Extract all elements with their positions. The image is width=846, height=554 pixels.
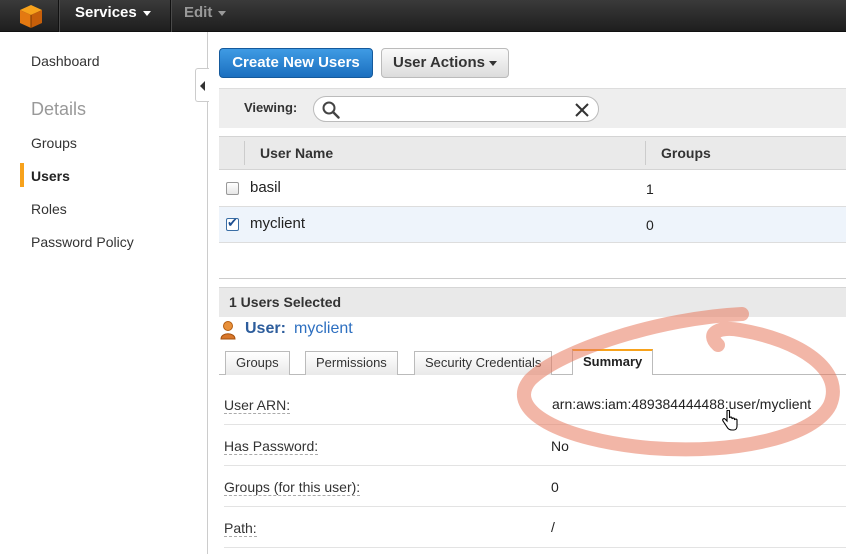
row-checkbox[interactable] <box>226 216 239 231</box>
field-divider <box>224 547 846 548</box>
user-name-cell[interactable]: myclient <box>250 215 305 232</box>
search-icon <box>322 101 340 119</box>
path-value: / <box>551 519 555 535</box>
tab-security-credentials[interactable]: Security Credentials <box>414 351 553 375</box>
chevron-down-icon <box>142 10 151 16</box>
user-detail-name: myclient <box>294 320 353 337</box>
user-arn-label: User ARN: <box>224 397 291 414</box>
field-divider <box>224 506 846 507</box>
path-label: Path: <box>224 520 257 537</box>
field-divider <box>224 465 846 466</box>
has-password-label: Has Password: <box>224 438 319 455</box>
topbar-divider <box>58 0 59 32</box>
tab-groups[interactable]: Groups <box>225 351 290 375</box>
user-arn-value: arn:aws:iam:489384444488:user/myclient <box>552 396 812 412</box>
groups-count-cell: 0 <box>646 217 654 233</box>
column-divider <box>645 141 646 165</box>
has-password-value: No <box>551 438 569 454</box>
sidebar-section-heading: Details <box>31 99 87 119</box>
column-header-groups[interactable]: Groups <box>661 145 711 161</box>
edit-menu[interactable]: Edit <box>184 0 227 32</box>
selected-count-label: 1 Users Selected <box>229 294 342 310</box>
sidebar-item-groups[interactable]: Groups <box>31 135 77 151</box>
top-navigation-bar: Services Edit <box>0 0 846 32</box>
user-icon <box>220 321 236 340</box>
aws-cube-icon[interactable] <box>18 3 44 29</box>
services-menu-label: Services <box>75 4 137 21</box>
column-divider <box>244 141 245 165</box>
table-row[interactable]: myclient 0 <box>219 207 846 243</box>
groups-for-user-label: Groups (for this user): <box>224 479 361 496</box>
user-prefix-label: User: <box>245 320 286 337</box>
filter-bar: Viewing: <box>219 88 846 128</box>
chevron-down-icon <box>218 10 227 16</box>
table-row[interactable]: basil 1 <box>219 171 846 207</box>
sidebar-item-dashboard[interactable]: Dashboard <box>31 53 100 69</box>
row-checkbox[interactable] <box>226 182 239 195</box>
collapse-sidebar-toggle[interactable] <box>195 68 209 102</box>
tab-summary[interactable]: Summary <box>572 349 654 375</box>
user-actions-label: User Actions <box>393 54 485 71</box>
viewing-label: Viewing: <box>244 100 298 115</box>
search-input[interactable] <box>344 100 564 118</box>
field-divider <box>224 424 846 425</box>
sidebar-item-password-policy[interactable]: Password Policy <box>31 234 134 250</box>
sidebar-item-roles[interactable]: Roles <box>31 201 67 217</box>
user-actions-button[interactable]: User Actions <box>381 48 509 78</box>
sidebar-item-users[interactable]: Users <box>31 168 70 184</box>
user-name-cell[interactable]: basil <box>250 179 281 196</box>
chevron-down-icon <box>488 60 497 66</box>
selection-summary-bar: 1 Users Selected <box>219 287 846 317</box>
services-menu[interactable]: Services <box>75 0 151 32</box>
table-header: User Name Groups <box>219 136 846 170</box>
groups-count-cell: 1 <box>646 181 654 197</box>
close-icon[interactable] <box>574 102 590 118</box>
search-field[interactable] <box>313 96 599 122</box>
active-indicator <box>20 163 24 187</box>
hand-cursor-icon <box>722 410 738 431</box>
groups-for-user-value: 0 <box>551 479 559 495</box>
edit-menu-label: Edit <box>184 4 213 21</box>
tab-permissions[interactable]: Permissions <box>305 351 398 375</box>
panel-divider <box>219 278 846 279</box>
topbar-divider <box>170 0 171 32</box>
create-new-users-button[interactable]: Create New Users <box>219 48 373 78</box>
column-header-user-name[interactable]: User Name <box>260 145 333 161</box>
